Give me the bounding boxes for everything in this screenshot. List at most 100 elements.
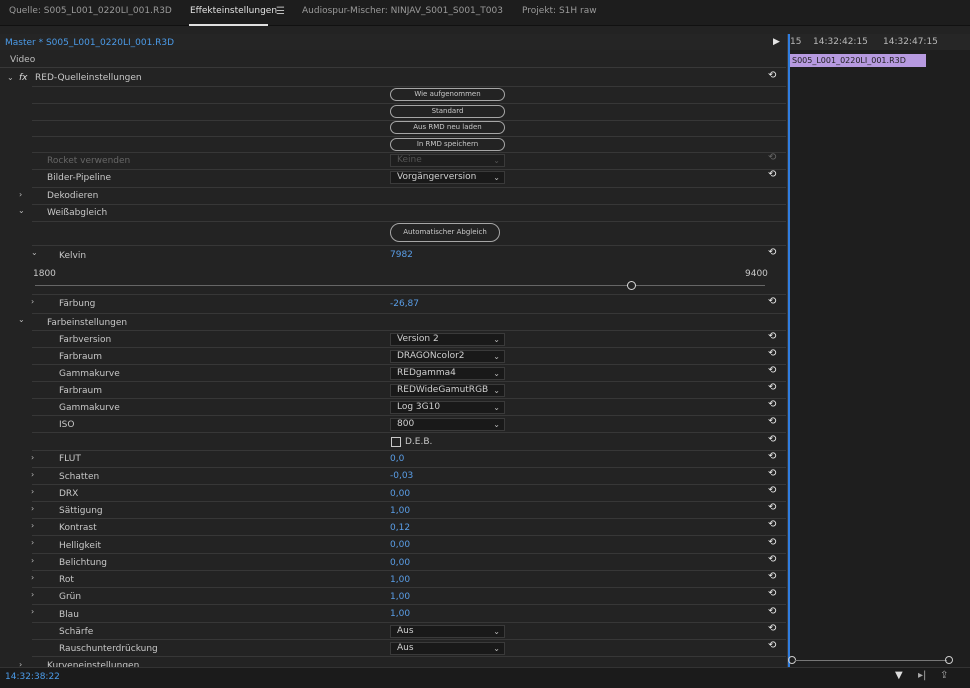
play-audio-icon[interactable]: ▸|: [918, 670, 926, 681]
contrast-value[interactable]: 0,12: [390, 523, 410, 533]
chevron-down-icon: ⌄: [493, 352, 500, 361]
effect-timeline[interactable]: 15 14:32:42:15 14:32:47:15 S005_L001_022…: [787, 34, 970, 674]
chevron-down-icon[interactable]: ⌄: [7, 73, 14, 82]
kelvin-slider-track[interactable]: [35, 285, 765, 286]
chevron-right-icon[interactable]: ›: [31, 556, 34, 565]
default-button[interactable]: Standard: [390, 105, 505, 118]
reset-icon[interactable]: ⟲: [768, 502, 776, 513]
chevron-right-icon[interactable]: ›: [31, 607, 34, 616]
pipeline-label: Bilder-Pipeline: [47, 173, 112, 183]
timeline-scrollbar[interactable]: [795, 660, 947, 661]
color-space-dropdown[interactable]: DRAGONcolor2 ⌄: [390, 350, 505, 363]
tint-value[interactable]: -26,87: [390, 299, 419, 309]
gamma-dropdown[interactable]: REDgamma4 ⌄: [390, 367, 505, 380]
auto-balance-button[interactable]: Automatischer Abgleich: [390, 223, 500, 242]
reset-icon[interactable]: ⟲: [768, 571, 776, 582]
chevron-right-icon[interactable]: ›: [31, 590, 34, 599]
chevron-right-icon[interactable]: ›: [31, 504, 34, 513]
reset-icon[interactable]: ⟲: [768, 70, 776, 81]
timeline-clip[interactable]: S005_L001_0220LI_001.R3D: [789, 54, 926, 67]
fx-icon[interactable]: fx: [19, 73, 28, 83]
play-icon[interactable]: ▶: [773, 37, 780, 47]
timecode-ruler[interactable]: 15 14:32:42:15 14:32:47:15: [788, 34, 970, 50]
reset-icon[interactable]: ⟲: [768, 434, 776, 445]
output-gamma-value: Log 3G10: [397, 402, 441, 412]
drx-value[interactable]: 0,00: [390, 489, 410, 499]
green-value[interactable]: 1,00: [390, 592, 410, 602]
chevron-down-icon[interactable]: ⌄: [18, 315, 25, 324]
chevron-right-icon[interactable]: ›: [31, 297, 34, 306]
color-version-label: Farbversion: [59, 335, 112, 345]
save-rmd-button[interactable]: In RMD speichern: [390, 138, 505, 151]
current-timecode[interactable]: 14:32:38:22: [5, 672, 60, 682]
reset-icon[interactable]: ⟲: [768, 554, 776, 565]
filter-icon[interactable]: ▼: [895, 670, 903, 681]
load-rmd-button[interactable]: Aus RMD neu laden: [390, 121, 505, 134]
reset-icon[interactable]: ⟲: [768, 468, 776, 479]
brightness-value[interactable]: 0,00: [390, 540, 410, 550]
reset-icon[interactable]: ⟲: [768, 416, 776, 427]
chevron-right-icon[interactable]: ›: [31, 538, 34, 547]
chevron-right-icon[interactable]: ›: [31, 487, 34, 496]
chevron-down-icon[interactable]: ⌄: [18, 206, 25, 215]
kelvin-value[interactable]: 7982: [390, 250, 413, 260]
flut-value[interactable]: 0,0: [390, 454, 404, 464]
shadows-value[interactable]: -0,03: [390, 471, 413, 481]
tab-project[interactable]: Projekt: S1H raw: [522, 6, 597, 16]
chevron-down-icon: ⌄: [493, 644, 500, 653]
output-gamma-dropdown[interactable]: Log 3G10 ⌄: [390, 401, 505, 414]
chevron-right-icon[interactable]: ›: [19, 190, 22, 199]
saturation-value[interactable]: 1,00: [390, 506, 410, 516]
export-icon[interactable]: ⇪: [940, 670, 948, 681]
master-clip-label[interactable]: Master * S005_L001_0220LI_001.R3D: [5, 38, 174, 48]
reset-icon[interactable]: ⟲: [768, 623, 776, 634]
sharpness-dropdown[interactable]: Aus ⌄: [390, 625, 505, 638]
reset-icon[interactable]: ⟲: [768, 399, 776, 410]
chevron-down-icon[interactable]: ⌄: [31, 248, 38, 257]
divider: [32, 221, 786, 222]
noise-reduction-dropdown[interactable]: Aus ⌄: [390, 642, 505, 655]
playhead[interactable]: [788, 34, 790, 674]
reset-icon[interactable]: ⟲: [768, 247, 776, 258]
reset-icon[interactable]: ⟲: [768, 588, 776, 599]
exposure-value[interactable]: 0,00: [390, 558, 410, 568]
reset-icon[interactable]: ⟲: [768, 519, 776, 530]
reset-icon[interactable]: ⟲: [768, 640, 776, 651]
chevron-down-icon: ⌄: [493, 627, 500, 636]
output-color-space-dropdown[interactable]: REDWideGamutRGB ⌄: [390, 384, 505, 397]
tab-source[interactable]: Quelle: S005_L001_0220LI_001.R3D: [9, 6, 172, 16]
as-shot-button[interactable]: Wie aufgenommen: [390, 88, 505, 101]
blue-value[interactable]: 1,00: [390, 609, 410, 619]
chevron-right-icon[interactable]: ›: [31, 453, 34, 462]
tab-effect-controls[interactable]: Effekteinstellungen: [190, 6, 277, 16]
color-version-dropdown[interactable]: Version 2 ⌄: [390, 333, 505, 346]
sharpness-value: Aus: [397, 626, 414, 636]
chevron-right-icon[interactable]: ›: [31, 521, 34, 530]
reset-icon[interactable]: ⟲: [768, 348, 776, 359]
reset-icon[interactable]: ⟲: [768, 485, 776, 496]
pipeline-value: Vorgängerversion: [397, 172, 477, 182]
reset-icon[interactable]: ⟲: [768, 606, 776, 617]
divider: [32, 587, 786, 588]
pipeline-dropdown[interactable]: Vorgängerversion ⌄: [390, 171, 505, 184]
chevron-right-icon[interactable]: ›: [31, 573, 34, 582]
chevron-right-icon[interactable]: ›: [31, 470, 34, 479]
reset-icon[interactable]: ⟲: [768, 451, 776, 462]
iso-dropdown[interactable]: 800 ⌄: [390, 418, 505, 431]
red-value[interactable]: 1,00: [390, 575, 410, 585]
reset-icon[interactable]: ⟲: [768, 537, 776, 548]
deb-checkbox[interactable]: [391, 437, 401, 447]
tab-audio-mixer[interactable]: Audiospur-Mischer: NINJAV_S001_S001_T003: [302, 6, 503, 16]
reset-icon[interactable]: ⟲: [768, 169, 776, 180]
scroll-end-handle[interactable]: [945, 656, 953, 664]
reset-icon[interactable]: ⟲: [768, 296, 776, 307]
green-label: Grün: [59, 592, 82, 602]
panel-menu-icon[interactable]: ☰: [276, 6, 285, 17]
reset-icon[interactable]: ⟲: [768, 365, 776, 376]
kelvin-slider-thumb[interactable]: [627, 281, 636, 290]
divider: [32, 347, 786, 348]
reset-icon[interactable]: ⟲: [768, 331, 776, 342]
divider: [32, 450, 786, 451]
iso-label: ISO: [59, 420, 75, 430]
reset-icon[interactable]: ⟲: [768, 382, 776, 393]
